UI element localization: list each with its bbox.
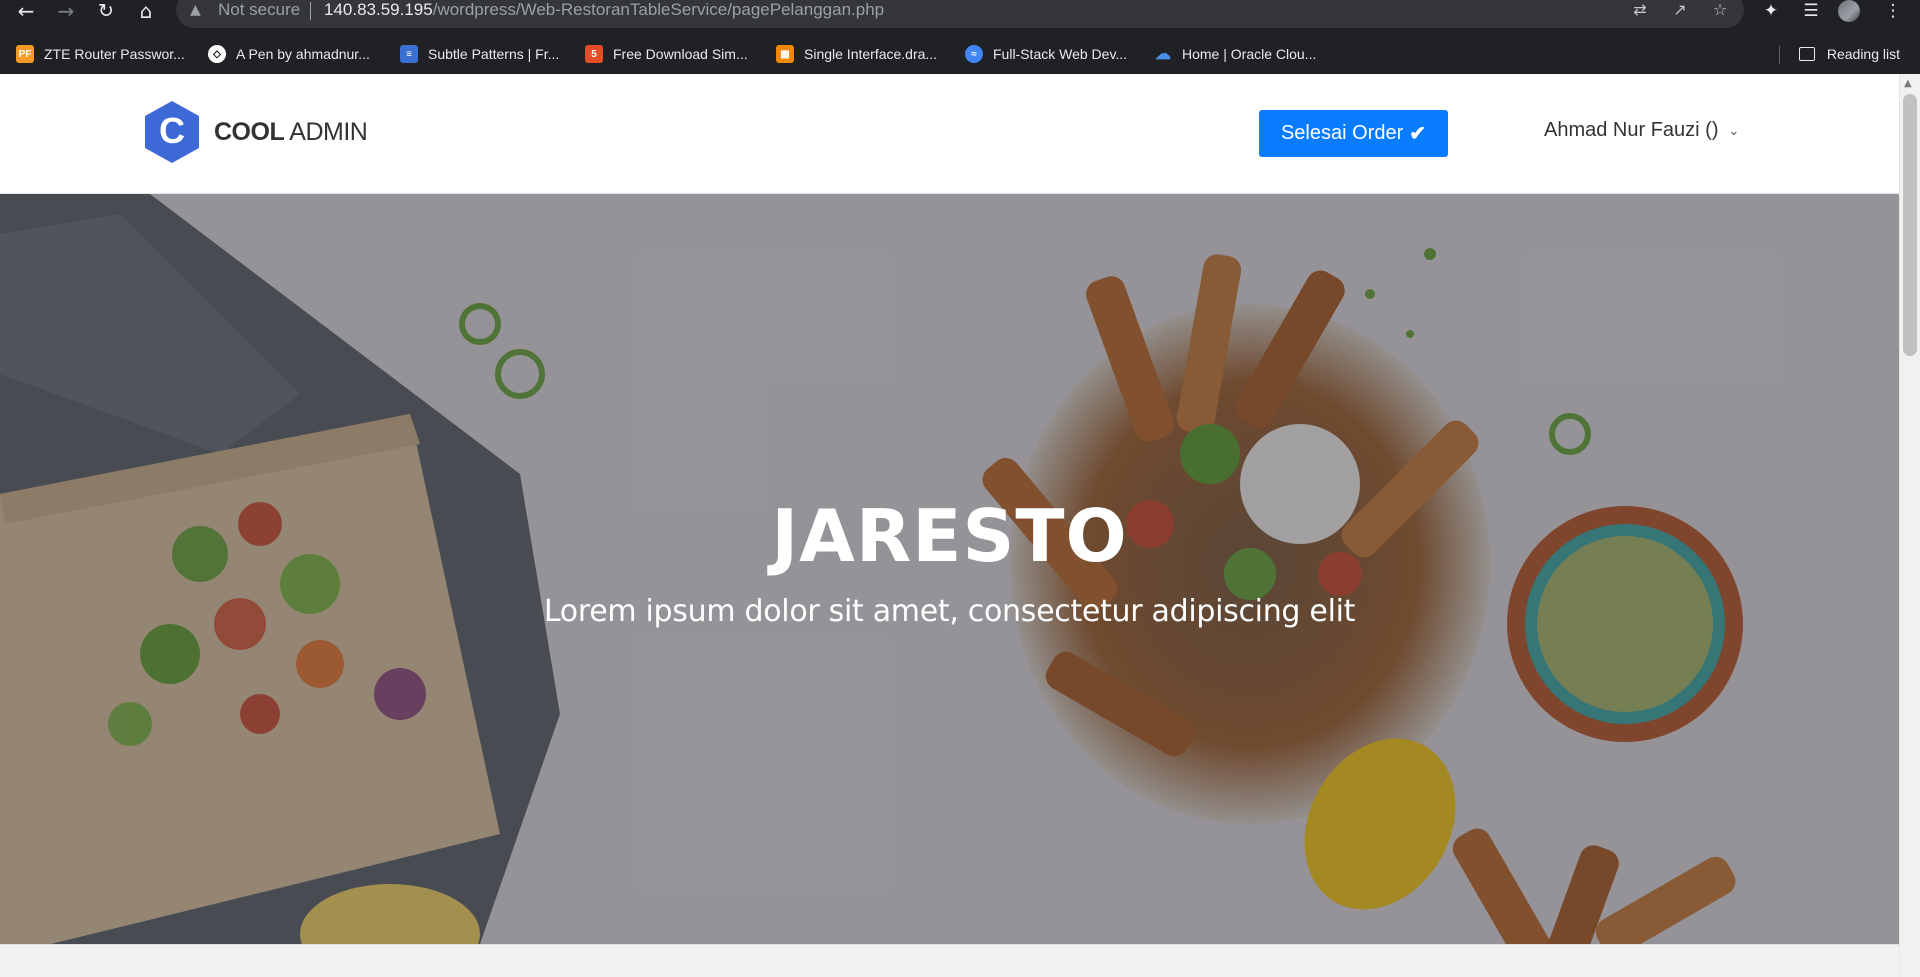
user-menu[interactable]: Ahmad Nur Fauzi () ⌄ bbox=[1544, 119, 1739, 142]
site-header: C COOL ADMIN Selesai Order ✔ Ahmad Nur F… bbox=[0, 74, 1899, 194]
page-viewport: C COOL ADMIN Selesai Order ✔ Ahmad Nur F… bbox=[0, 74, 1920, 977]
scrollbar-thumb[interactable] bbox=[1903, 94, 1917, 356]
bookmark-label: Home | Oracle Clou... bbox=[1182, 46, 1317, 62]
bookmark-label: ZTE Router Passwor... bbox=[44, 46, 185, 62]
codepen-icon: ◇ bbox=[208, 45, 226, 63]
fullstack-icon: ≈ bbox=[965, 45, 983, 63]
home-icon[interactable]: ⌂ bbox=[132, 0, 160, 24]
drawio-icon: ▦ bbox=[776, 45, 794, 63]
address-bar[interactable]: ▲ Not secure 140.83.59.195/wordpress/Web… bbox=[176, 0, 1744, 28]
warning-icon: ▲ bbox=[190, 2, 201, 18]
svg-text:C: C bbox=[159, 110, 185, 151]
finish-order-button[interactable]: Selesai Order ✔ bbox=[1259, 110, 1448, 157]
extensions-icon[interactable]: ✦ bbox=[1758, 0, 1784, 22]
page-next-section bbox=[0, 944, 1899, 977]
logo-hexagon-icon: C bbox=[145, 101, 199, 163]
check-icon: ✔ bbox=[1409, 123, 1427, 145]
bookmark-label: Free Download Sim... bbox=[613, 46, 748, 62]
menu-kebab-icon[interactable]: ⋮ bbox=[1880, 0, 1906, 22]
subtle-patterns-icon: ≡ bbox=[400, 45, 418, 63]
bookmark-item[interactable]: ◇ A Pen by ahmadnur... bbox=[208, 41, 370, 67]
hero-title: JARESTO bbox=[771, 494, 1128, 578]
forward-icon[interactable]: → bbox=[52, 0, 80, 24]
scroll-up-arrow-icon[interactable]: ▲ bbox=[1904, 78, 1912, 89]
hero-banner: JARESTO Lorem ipsum dolor sit amet, cons… bbox=[0, 194, 1899, 944]
pf-icon: PF bbox=[16, 45, 34, 63]
reload-icon[interactable]: ↻ bbox=[92, 0, 120, 24]
bookmark-item[interactable]: 5 Free Download Sim... bbox=[585, 41, 748, 67]
html5-icon: 5 bbox=[585, 45, 603, 63]
back-icon[interactable]: ← bbox=[12, 0, 40, 24]
bookmarks-bar: PF ZTE Router Passwor... ◇ A Pen by ahma… bbox=[0, 36, 1920, 75]
url-text[interactable]: 140.83.59.195/wordpress/Web-RestoranTabl… bbox=[324, 0, 884, 20]
bookmark-item[interactable]: ▦ Single Interface.dra... bbox=[776, 41, 937, 67]
bookmark-label: Single Interface.dra... bbox=[804, 46, 938, 62]
finish-order-label: Selesai Order bbox=[1280, 122, 1404, 144]
bookmarks-divider bbox=[1779, 46, 1780, 64]
security-label: Not secure bbox=[218, 0, 301, 19]
site-logo[interactable]: C COOL ADMIN bbox=[142, 99, 368, 165]
vertical-scrollbar[interactable]: ▲ bbox=[1899, 74, 1920, 977]
hero-subtitle: Lorem ipsum dolor sit amet, consectetur … bbox=[543, 594, 1356, 629]
media-control-icon[interactable]: ☰ bbox=[1798, 0, 1824, 22]
bookmark-item[interactable]: ☁ Home | Oracle Clou... bbox=[1154, 41, 1316, 67]
profile-avatar[interactable] bbox=[1838, 0, 1860, 22]
browser-toolbar: ← → ↻ ⌂ ▲ Not secure 140.83.59.195/wordp… bbox=[0, 0, 1920, 28]
bookmark-item[interactable]: ≡ Subtle Patterns | Fr... bbox=[400, 41, 559, 67]
bookmark-label: Full-Stack Web Dev... bbox=[993, 46, 1128, 62]
logo-text: COOL ADMIN bbox=[214, 117, 368, 146]
bookmark-label: A Pen by ahmadnur... bbox=[236, 46, 370, 62]
omnibox-divider bbox=[310, 2, 311, 20]
bookmark-label: Subtle Patterns | Fr... bbox=[428, 46, 560, 62]
reading-list-icon bbox=[1798, 47, 1815, 61]
bookmark-item[interactable]: PF ZTE Router Passwor... bbox=[16, 41, 185, 67]
bookmark-item[interactable]: ≈ Full-Stack Web Dev... bbox=[965, 41, 1127, 67]
user-name: Ahmad Nur Fauzi () bbox=[1544, 119, 1719, 141]
reading-list-button[interactable]: Reading list bbox=[1798, 41, 1900, 67]
cloud-icon: ☁ bbox=[1155, 46, 1171, 63]
bookmark-star-icon[interactable]: ☆ bbox=[1710, 0, 1730, 20]
reading-list-label: Reading list bbox=[1826, 46, 1900, 62]
share-icon[interactable]: ↗ bbox=[1670, 0, 1690, 20]
translate-icon[interactable]: ⇄ bbox=[1630, 0, 1650, 20]
chevron-down-icon: ⌄ bbox=[1728, 122, 1740, 138]
